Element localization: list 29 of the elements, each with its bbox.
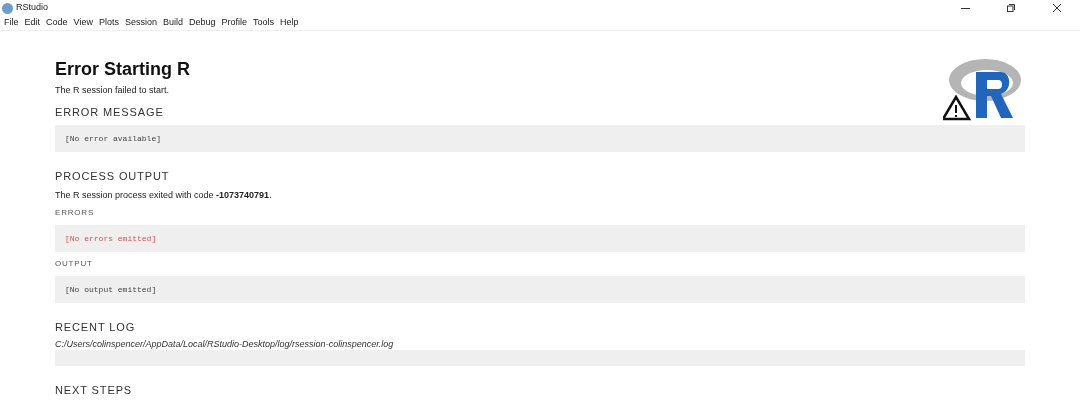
restore-icon: [1007, 4, 1015, 12]
output-text: [No error available]: [65, 132, 161, 145]
menu-item[interactable]: Plots: [98, 16, 119, 30]
menu-item[interactable]: Edit: [24, 16, 41, 30]
menu-item[interactable]: Profile: [221, 16, 247, 30]
minimize-icon: [960, 7, 970, 9]
menu-item[interactable]: Build: [162, 16, 183, 30]
menu-item[interactable]: Help: [280, 16, 299, 30]
page-subtitle: The R session failed to start.: [55, 84, 170, 96]
section-heading: ERROR MESSAGE: [55, 105, 164, 119]
menu-item[interactable]: Tools: [253, 16, 275, 30]
subsection-heading: ERRORS: [55, 207, 95, 219]
output-text: [No errors emitted]: [65, 232, 157, 245]
menu-item[interactable]: Code: [46, 16, 68, 30]
app-icon: [2, 2, 13, 14]
exit-message: The R session process exited with code -1073740791.: [55, 189, 272, 201]
menu-item[interactable]: Session: [124, 16, 157, 30]
log-path: C:/Users/colinspencer/AppData/Local/RStudio-Desktop/log/rsession-colinspencer.log: [55, 338, 394, 350]
menu-item[interactable]: View: [73, 16, 93, 30]
page-heading: Error Starting R: [55, 58, 191, 80]
subsection-heading: OUTPUT: [55, 258, 93, 270]
section-heading: NEXT STEPS: [55, 383, 133, 397]
window-title: RStudio: [16, 1, 49, 15]
section-heading: PROCESS OUTPUT: [55, 169, 170, 183]
menu-item[interactable]: Debug: [188, 16, 216, 30]
close-icon: [1053, 4, 1061, 12]
menu-item[interactable]: File: [4, 16, 19, 30]
output-text: [No output emitted]: [65, 283, 157, 296]
section-heading: RECENT LOG: [55, 320, 136, 334]
